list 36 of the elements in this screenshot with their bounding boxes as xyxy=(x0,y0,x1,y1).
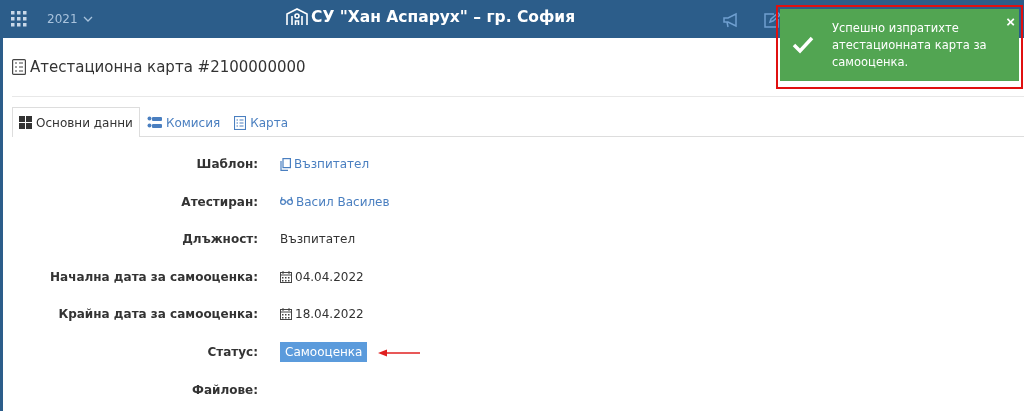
tab[interactable]: Комисия xyxy=(139,107,228,137)
copy-icon xyxy=(280,158,291,171)
field-label: Крайна дата за самооценка: xyxy=(57,306,258,324)
tab[interactable]: Карта xyxy=(227,107,296,137)
people-list-icon xyxy=(146,116,162,129)
building-icon xyxy=(286,8,308,26)
grid-icon xyxy=(19,116,32,129)
field-label: Начална дата за самооценка: xyxy=(49,268,258,286)
year-dropdown[interactable]: 2021 xyxy=(47,12,93,26)
field-label: Атестиран: xyxy=(180,193,258,211)
edit-icon[interactable] xyxy=(764,12,780,28)
calendar-icon xyxy=(280,270,292,283)
person-link[interactable]: Васил Василев xyxy=(296,192,390,211)
annotation-arrow xyxy=(378,348,421,357)
field-label: Файлове: xyxy=(191,381,258,399)
close-button[interactable]: × xyxy=(1006,13,1015,30)
school-name: СУ "Хан Аспарух" – гр. София xyxy=(311,8,576,26)
template-link[interactable]: Възпитател xyxy=(294,155,370,173)
checkmark-icon xyxy=(792,36,814,54)
date-value: 18.04.2022 xyxy=(295,306,364,324)
toast-message: Успешно изпратихте атестационната карта за самооценка. xyxy=(832,19,988,71)
date-value: 04.04.2022 xyxy=(295,268,364,286)
field-value: Възпитател xyxy=(280,231,356,249)
apps-grid-icon[interactable] xyxy=(11,11,27,27)
glasses-icon xyxy=(280,195,293,205)
tab[interactable]: Основни данни xyxy=(12,107,140,137)
status-badge: Самооценка xyxy=(280,341,368,362)
page-title: Атестационна карта #2100000000 xyxy=(30,58,306,76)
megaphone-icon[interactable] xyxy=(722,12,740,28)
field-label: Длъжност: xyxy=(181,231,258,249)
checklist-icon xyxy=(12,59,26,75)
field-label: Шаблон: xyxy=(195,156,258,173)
field-label: Статус: xyxy=(206,343,258,361)
calendar-icon xyxy=(280,308,292,321)
checklist-icon xyxy=(234,115,247,130)
chevron-icon xyxy=(82,16,93,22)
